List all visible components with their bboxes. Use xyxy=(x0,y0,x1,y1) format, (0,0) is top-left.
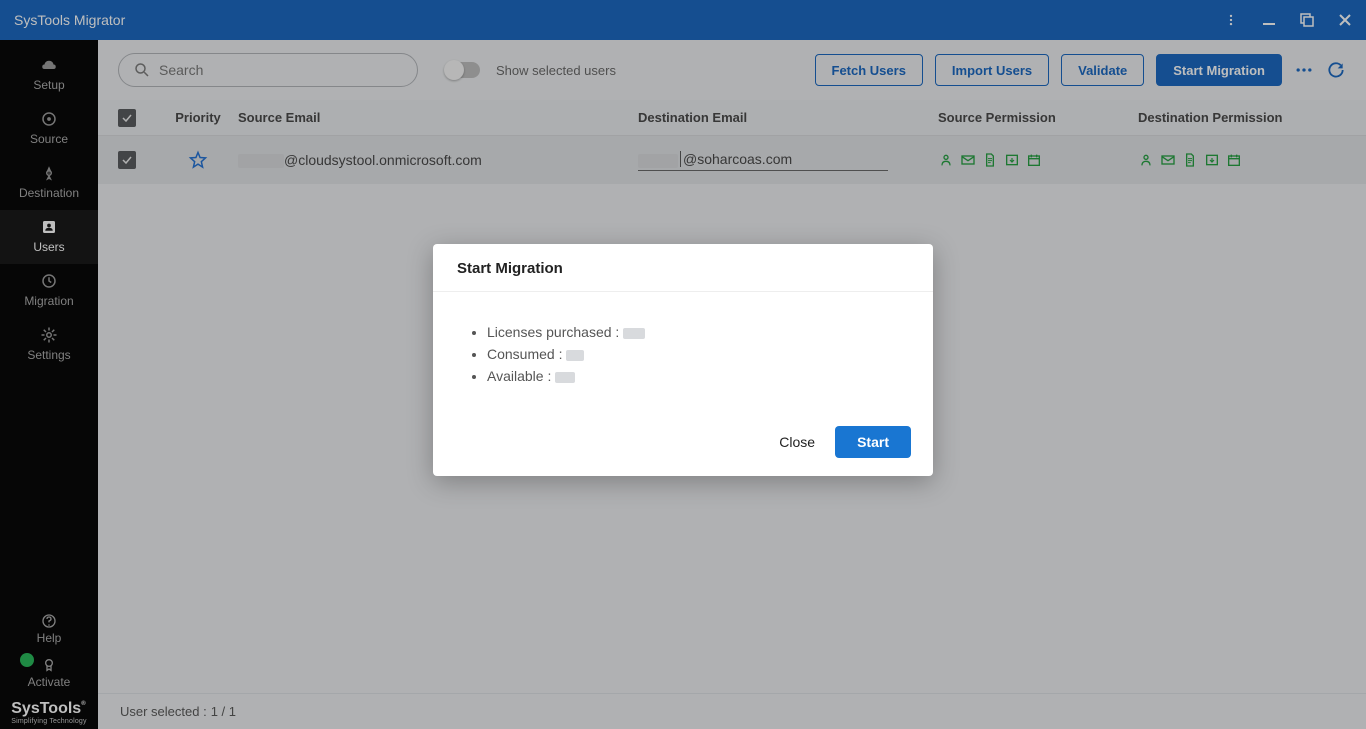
start-button[interactable]: Start xyxy=(835,426,911,458)
consumed-row: Consumed : xyxy=(487,346,897,362)
available-row: Available : xyxy=(487,368,897,384)
dialog-footer: Close Start xyxy=(433,416,933,476)
licenses-purchased-row: Licenses purchased : xyxy=(487,324,897,340)
start-migration-dialog: Start Migration Licenses purchased : Con… xyxy=(433,244,933,476)
dialog-title: Start Migration xyxy=(433,244,933,292)
modal-overlay: Start Migration Licenses purchased : Con… xyxy=(0,0,1366,729)
dialog-body: Licenses purchased : Consumed : Availabl… xyxy=(433,292,933,416)
close-button[interactable]: Close xyxy=(779,434,815,450)
